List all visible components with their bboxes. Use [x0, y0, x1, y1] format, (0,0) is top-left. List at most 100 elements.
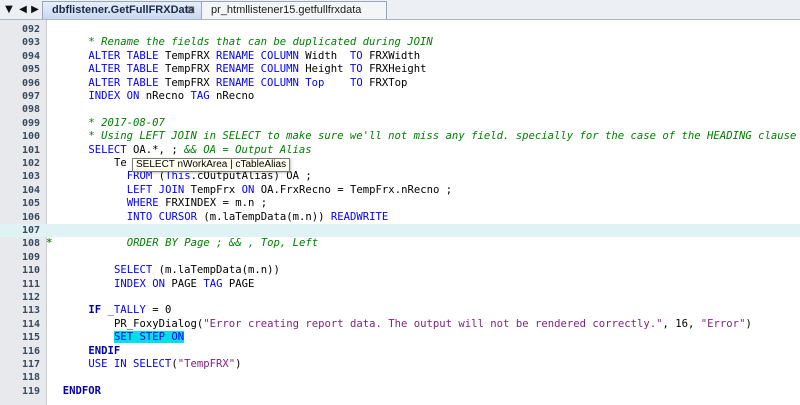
keyword-token: ENDFOR [62, 384, 102, 397]
code-text: INTO CURSOR (m.laTempData(m.n)) READWRIT… [127, 211, 389, 224]
keyword-token: INDEX ON [114, 277, 166, 290]
code-text: WHERE FRXINDEX = m.n ; [127, 197, 267, 210]
code-line[interactable]: 112 [0, 291, 800, 304]
line-number: 092 [21, 24, 40, 35]
scroll-tabs-right-icon[interactable]: ▶ [29, 3, 41, 16]
code-text: * Using LEFT JOIN in SELECT to make sure… [88, 130, 796, 143]
keyword-token: ON [241, 183, 255, 196]
code-line[interactable]: 118 [0, 371, 800, 384]
code-token: PAGE [165, 277, 204, 290]
code-text: ORDER BY Page ; && , Top, Left [127, 237, 318, 250]
code-line[interactable]: 101 SELECT OA.*, ; && OA = Output Alias [0, 144, 800, 157]
code-text: FROM (This.cOutputAlias) OA ; [127, 170, 312, 183]
code-line[interactable]: 117 USE IN SELECT("TempFRX") [0, 358, 800, 371]
keyword-token: ALTER TABLE [88, 63, 159, 76]
code-line[interactable]: 114 PR_FoxyDialog("Error creating report … [0, 318, 800, 331]
tab-getfullfrxdata[interactable]: dbflistener.GetFullFRXData ⊠ [42, 1, 202, 19]
code-line[interactable]: 102 Te [0, 157, 800, 170]
code-editor[interactable]: 092 093 * Rename the fields that can be du… [0, 20, 800, 405]
code-line[interactable]: 105 WHERE FRXINDEX = m.n ; [0, 197, 800, 210]
line-number: 102 [21, 158, 40, 169]
keyword-token: TO [349, 63, 363, 76]
comment-token: * Using LEFT JOIN in SELECT to make sure… [88, 130, 797, 143]
code-token: PR_FoxyDialog( [114, 317, 204, 330]
string-token: "Error" [700, 317, 746, 330]
code-line[interactable]: 099 * 2017-08-07 [0, 117, 800, 130]
tab-bar: ▼ ◀ ▶ dbflistener.GetFullFRXData ⊠ pr_ht… [0, 0, 800, 20]
modified-line-marker: * [46, 237, 53, 250]
code-token: (m.laTempData(m.n)) [196, 210, 331, 223]
line-number: 096 [21, 77, 40, 89]
line-number: 106 [21, 211, 40, 223]
tab-list-dropdown-icon[interactable]: ▼ [3, 3, 15, 16]
keyword-token: TAG [203, 277, 223, 290]
line-number: 116 [21, 345, 40, 357]
code-token: TempFrx [184, 183, 242, 196]
code-line[interactable]: 104 LEFT JOIN TempFrx ON OA.FrxRecno = Te… [0, 184, 800, 197]
keyword-token: RENAME COLUMN [215, 63, 299, 76]
line-number: 095 [21, 64, 40, 76]
code-line[interactable]: 098 [0, 103, 800, 116]
keyword-token: TO [349, 49, 363, 62]
code-token: ) [235, 358, 242, 370]
code-text: INDEX ON nRecno TAG nRecno [88, 90, 254, 103]
tab-htmllistener-getfullfrxdata[interactable]: pr_htmllistener15.getfullfrxdata [201, 1, 387, 19]
code-text: PR_FoxyDialog("Error creating report dat… [114, 318, 752, 331]
code-line[interactable]: 097 INDEX ON nRecno TAG nRecno [0, 90, 800, 103]
intellisense-tooltip: SELECT nWorkArea | cTableAlias [132, 158, 291, 172]
code-line[interactable]: 095 ALTER TABLE TempFRX RENAME COLUMN Hei… [0, 63, 800, 76]
code-line[interactable]: 092 [0, 23, 800, 36]
code-line[interactable]: 106 INTO CURSOR (m.laTempData(m.n)) READW… [0, 211, 800, 224]
code-token: nRecno [209, 90, 255, 102]
code-line[interactable]: 110 SELECT (m.laTempData(m.n)) [0, 264, 800, 277]
code-line[interactable]: 113 IF _TALLY = 0 [0, 304, 800, 317]
line-number: 103 [21, 171, 40, 183]
code-line[interactable]: 108 * ORDER BY Page ; && , Top, Left [0, 237, 800, 250]
code-line[interactable]: 096 ALTER TABLE TempFRX RENAME COLUMN Top… [0, 77, 800, 90]
code-token: Width [298, 49, 350, 62]
code-line[interactable]: 107 [0, 224, 800, 238]
code-token: Height [298, 63, 350, 76]
highlighted-token: SET STEP ON [114, 331, 185, 344]
code-text: ALTER TABLE TempFRX RENAME COLUMN Height… [88, 63, 426, 76]
code-text: * 2017-08-07 [88, 117, 165, 130]
code-token: = 0 [145, 304, 172, 317]
code-line[interactable]: 100 * Using LEFT JOIN in SELECT to make s… [0, 130, 800, 143]
code-token: FRXHeight [362, 63, 427, 76]
keyword-token: READWRITE [330, 210, 389, 223]
line-number: 107 [21, 225, 40, 236]
line-number: 110 [21, 265, 40, 277]
code-line[interactable]: 116 ENDIF [0, 345, 800, 358]
code-line[interactable]: 119 ENDFOR [0, 385, 800, 398]
code-text: ALTER TABLE TempFRX RENAME COLUMN Top TO… [88, 77, 407, 90]
keyword-token: TAG [190, 90, 210, 102]
string-token: "Error creating report data. The output … [203, 317, 663, 330]
line-number: 109 [21, 251, 40, 263]
line-number: 108 [21, 238, 40, 250]
code-token: nRecno [139, 90, 191, 102]
keyword-token: TO [349, 76, 363, 89]
keyword-token: _TALLY [107, 304, 146, 317]
code-line[interactable]: 109 [0, 251, 800, 264]
code-line[interactable]: 093 * Rename the fields that can be dupli… [0, 36, 800, 49]
code-text: ALTER TABLE TempFRX RENAME COLUMN Width … [88, 50, 420, 63]
code-text: * Rename the fields that can be duplicat… [88, 36, 432, 49]
code-line[interactable]: 115 SET STEP ON [0, 331, 800, 344]
keyword-token: SELECT [114, 264, 153, 277]
keyword-token: RENAME COLUMN [215, 49, 299, 62]
keyword-token: RENAME COLUMN [215, 76, 299, 89]
code-text: USE IN SELECT("TempFRX") [88, 358, 241, 371]
line-number: 115 [21, 332, 40, 344]
keyword-token: LEFT JOIN [126, 183, 185, 196]
comment-token: * Rename the fields that can be duplicat… [88, 36, 433, 49]
code-line[interactable]: 094 ALTER TABLE TempFRX RENAME COLUMN Wid… [0, 50, 800, 63]
code-text: INDEX ON PAGE TAG PAGE [114, 278, 254, 291]
scroll-tabs-left-icon[interactable]: ◀ [17, 3, 29, 16]
code-line[interactable]: 103 FROM (This.cOutputAlias) OA ; [0, 170, 800, 183]
code-line[interactable]: 111 INDEX ON PAGE TAG PAGE [0, 278, 800, 291]
line-number: 111 [21, 278, 40, 290]
code-text: LEFT JOIN TempFrx ON OA.FrxRecno = TempF… [127, 184, 452, 197]
close-tab-icon[interactable]: ⊠ [187, 2, 195, 19]
code-token: FRXINDEX = m.n ; [158, 197, 268, 210]
code-token: FRXTop [362, 76, 408, 89]
